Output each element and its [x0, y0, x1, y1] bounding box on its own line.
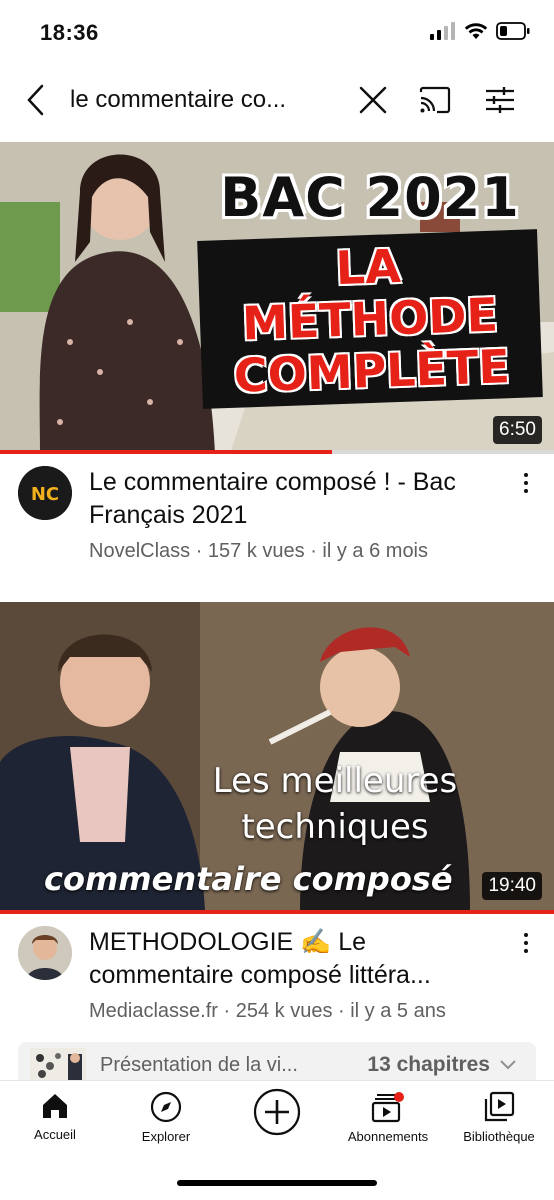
nav-label: Bibliothèque	[463, 1129, 535, 1144]
more-options-button[interactable]	[514, 466, 538, 500]
status-bar: 18:36	[0, 0, 554, 66]
search-query[interactable]: le commentaire co...	[70, 86, 330, 114]
status-icons	[430, 22, 530, 40]
nav-subscriptions[interactable]: Abonnements	[333, 1091, 443, 1144]
thumbnail-caption: Les meilleures techniques	[200, 758, 470, 850]
search-header: le commentaire co...	[0, 66, 554, 142]
dot-icon	[524, 941, 528, 945]
video-title[interactable]: Le commentaire composé ! - Bac Français …	[89, 466, 504, 532]
wifi-icon	[464, 23, 488, 39]
create-icon	[253, 1088, 301, 1136]
nav-library[interactable]: Bibliothèque	[444, 1091, 554, 1144]
watch-progress-bar	[0, 450, 554, 454]
nav-create[interactable]	[222, 1087, 332, 1137]
video-meta: NovelClass · 157 k vues · il y a 6 mois	[89, 540, 429, 562]
cast-icon	[419, 86, 451, 114]
thumbnail-line-3: commentaire composé	[44, 860, 453, 898]
dot-icon	[524, 949, 528, 953]
channel-logo: NC	[18, 466, 72, 520]
nav-label: Explorer	[141, 1129, 191, 1144]
thumbnail-line-2: LA MÉTHODE	[241, 238, 499, 351]
thumbnail-line-1: Les meilleures	[212, 761, 458, 801]
video-duration: 19:40	[482, 872, 542, 900]
chapter-count: 13 chapitres	[367, 1053, 490, 1076]
thumbnail-line-3: COMPLÈTE	[233, 339, 511, 403]
chevron-down-icon	[500, 1060, 516, 1070]
cast-button[interactable]	[417, 82, 453, 118]
thumbnail-headline: BAC 2021 LA MÉTHODE COMPLÈTE	[197, 166, 543, 409]
close-icon	[359, 86, 387, 114]
filter-sliders-icon	[486, 87, 514, 113]
video-meta: Mediaclasse.fr · 254 k vues · il y a 5 a…	[89, 1000, 446, 1022]
chevron-left-icon	[27, 84, 44, 116]
status-time: 18:36	[40, 20, 99, 45]
thumbnail-line-2: techniques	[241, 807, 429, 847]
video-title[interactable]: METHODOLOGIE ✍️ Le commentaire composé l…	[89, 926, 504, 992]
signal-icon	[430, 22, 455, 40]
chapter-preview-text: Présentation de la vi...	[100, 1054, 298, 1076]
video-duration: 6:50	[493, 416, 542, 444]
home-indicator[interactable]	[177, 1180, 377, 1186]
svg-text:NC: NC	[31, 484, 59, 505]
video-thumbnail[interactable]: Les meilleures techniques commentaire co…	[0, 602, 554, 910]
more-options-button[interactable]	[514, 926, 538, 960]
back-button[interactable]	[20, 80, 52, 120]
watch-progress-bar	[0, 910, 554, 914]
dot-icon	[524, 933, 528, 937]
subscriptions-icon	[371, 1092, 404, 1123]
battery-icon	[496, 22, 530, 40]
dot-icon	[524, 481, 528, 485]
nav-label: Accueil	[34, 1127, 76, 1142]
watch-progress-fill	[0, 910, 554, 914]
filter-button[interactable]	[482, 82, 518, 118]
channel-avatar-photo	[18, 926, 72, 980]
watch-progress-fill	[0, 450, 333, 454]
library-icon	[484, 1091, 515, 1122]
nav-home[interactable]: Accueil	[0, 1091, 110, 1142]
home-icon	[43, 1094, 67, 1118]
dot-icon	[524, 473, 528, 477]
nav-label: Abonnements	[347, 1129, 429, 1144]
chapter-thumbnail	[30, 1048, 86, 1082]
video-thumbnail[interactable]: BAC 2021 LA MÉTHODE COMPLÈTE 6:50	[0, 142, 554, 454]
dot-icon	[524, 489, 528, 493]
channel-avatar[interactable]	[18, 926, 72, 980]
explore-icon	[150, 1091, 182, 1123]
channel-avatar[interactable]: NC	[18, 466, 72, 520]
thumbnail-line-1: BAC 2021	[220, 166, 520, 229]
nav-explore[interactable]: Explorer	[111, 1091, 221, 1144]
clear-search-button[interactable]	[355, 82, 391, 118]
